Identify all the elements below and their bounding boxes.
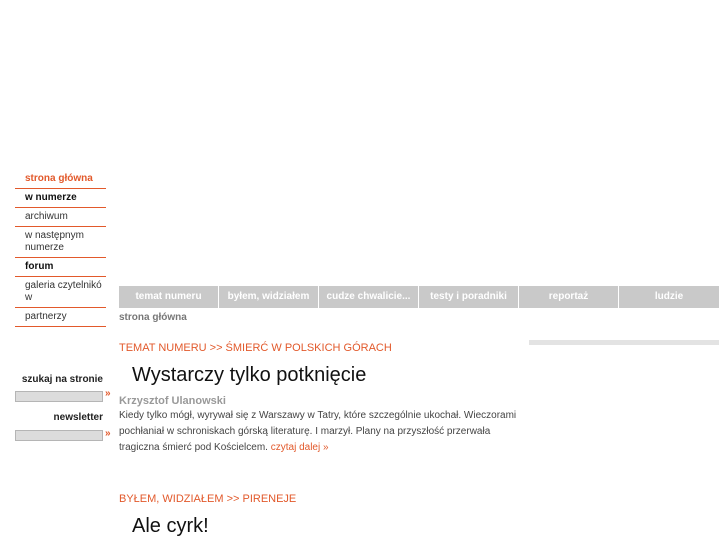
newsletter-input[interactable] [15, 430, 103, 441]
nav-item-in-issue[interactable]: w numerze [15, 189, 106, 208]
nav-item-archive[interactable]: archiwum [15, 208, 106, 227]
nav-item-partners[interactable]: partnerzy [15, 308, 106, 327]
tab-bylem-widzialem[interactable]: byłem, widziałem [219, 286, 319, 308]
tab-cudze-chwalicie[interactable]: cudze chwalicie... [319, 286, 419, 308]
article-section-link[interactable]: BYŁEM, WIDZIAŁEM >> PIRENEJE [119, 493, 296, 505]
tab-reportaz[interactable]: reportaż [519, 286, 619, 308]
breadcrumb[interactable]: strona główna [119, 312, 187, 323]
article-title[interactable]: Wystarczy tylko potknięcie [132, 364, 366, 387]
tab-testy-i-poradniki[interactable]: testy i poradniki [419, 286, 519, 308]
nav-item-home[interactable]: strona główna [15, 170, 106, 189]
article-lead: Kiedy tylko mógł, wyrywał się z Warszawy… [119, 408, 521, 456]
article-title[interactable]: Ale cyrk! [132, 515, 209, 538]
right-column-bar [529, 340, 719, 345]
tab-ludzie[interactable]: ludzie [619, 286, 719, 308]
newsletter-label: newsletter [53, 412, 103, 423]
left-nav: strona główna w numerze archiwum w nastę… [15, 170, 106, 327]
nav-item-next-issue[interactable]: w następnym numerze [15, 227, 106, 258]
section-tabs: temat numeru byłem, widziałem cudze chwa… [119, 286, 719, 308]
nav-item-forum[interactable]: forum [15, 258, 106, 277]
read-more-link[interactable]: czytaj dalej » [271, 442, 329, 453]
article-author: Krzysztof Ulanowski [119, 395, 226, 407]
nav-item-reader-gallery[interactable]: galeria czytelników [15, 277, 106, 308]
search-label: szukaj na stronie [21, 374, 103, 385]
search-input[interactable] [15, 391, 103, 402]
tab-temat-numeru[interactable]: temat numeru [119, 286, 219, 308]
newsletter-go-icon[interactable]: » [105, 428, 111, 439]
article-section-link[interactable]: TEMAT NUMERU >> ŚMIERĆ W POLSKICH GÓRACH [119, 342, 392, 354]
search-go-icon[interactable]: » [105, 388, 111, 399]
